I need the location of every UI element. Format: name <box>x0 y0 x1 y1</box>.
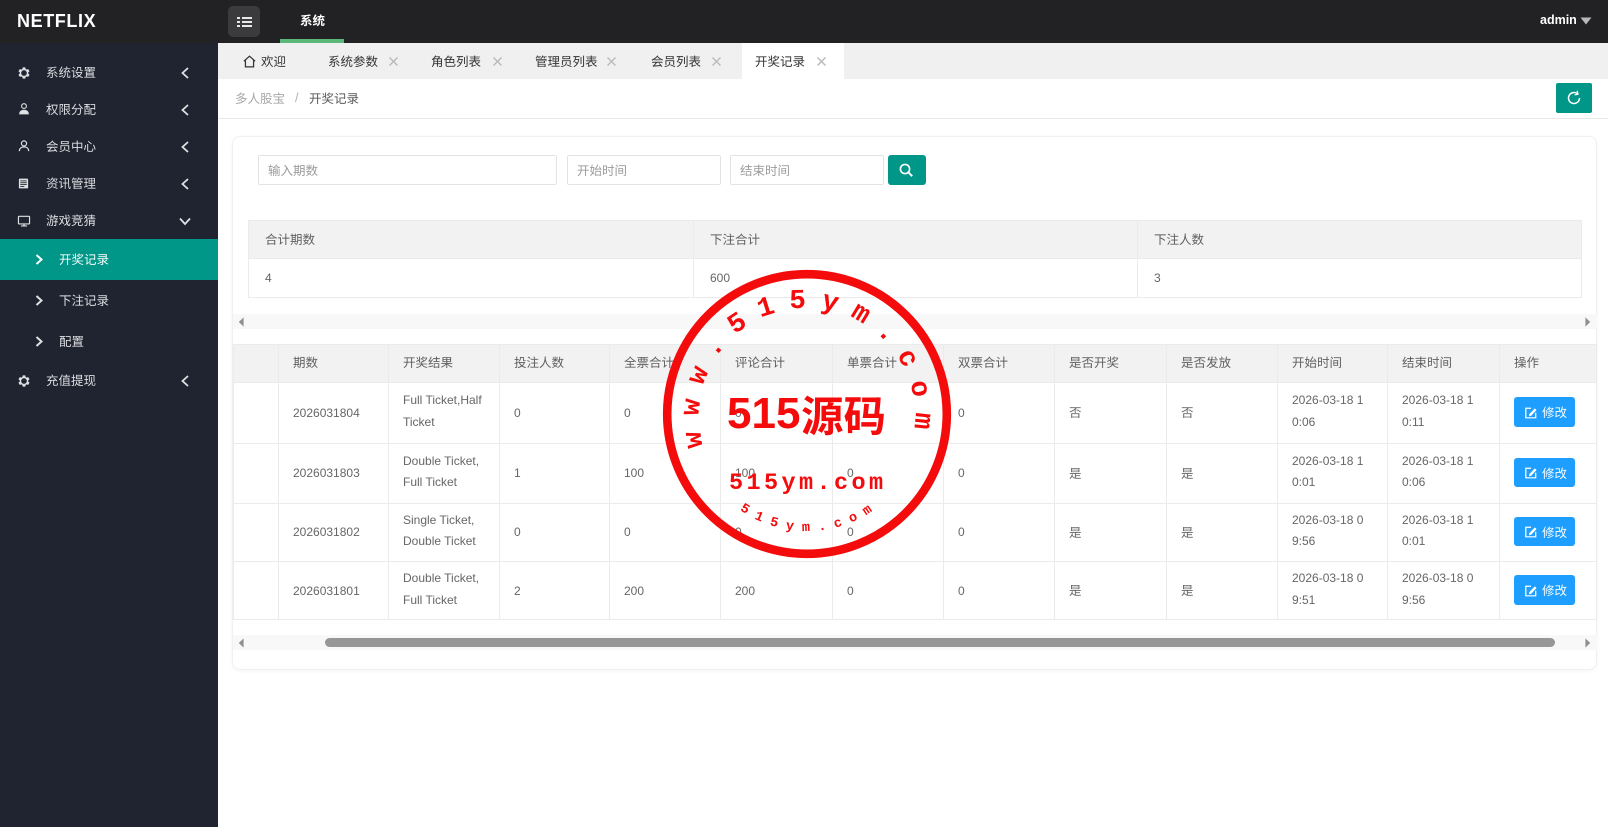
svg-text:515ym.com: 515ym.com <box>737 497 882 535</box>
